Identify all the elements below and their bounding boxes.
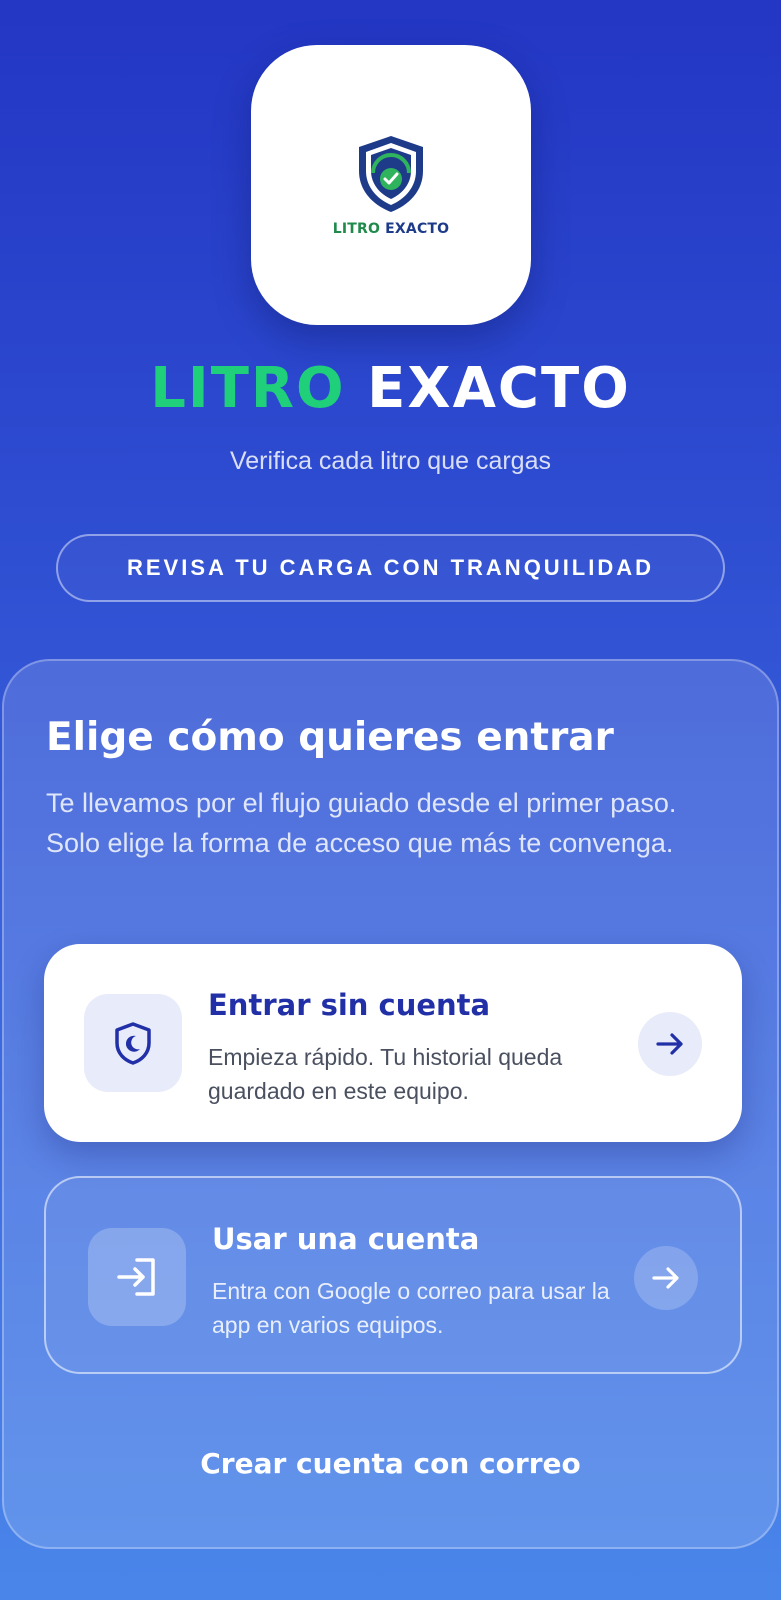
app-title: LITRO EXACTO: [0, 356, 781, 421]
guest-entry-option[interactable]: Entrar sin cuenta Empieza rápido. Tu his…: [44, 944, 742, 1142]
account-entry-title: Usar una cuenta: [212, 1222, 480, 1256]
app-title-green: LITRO: [150, 356, 346, 421]
login-icon: [88, 1228, 186, 1326]
shield-gauge-icon: [359, 136, 423, 212]
guest-entry-title: Entrar sin cuenta: [208, 988, 491, 1022]
tagline-badge: REVISA TU CARGA CON TRANQUILIDAD: [56, 534, 725, 602]
access-description: Te llevamos por el flujo guiado desde el…: [46, 788, 677, 858]
app-title-white: EXACTO: [367, 356, 631, 421]
guest-entry-description: Empieza rápido. Tu historial queda guard…: [208, 1044, 563, 1104]
account-entry-option[interactable]: Usar una cuenta Entra con Google o corre…: [44, 1176, 742, 1374]
logo-wordmark: LITRO EXACTO: [332, 221, 450, 237]
arrow-right-icon[interactable]: [634, 1246, 698, 1310]
arrow-right-icon[interactable]: [638, 1012, 702, 1076]
shield-moon-icon: [84, 994, 182, 1092]
access-title: Elige cómo quieres entrar: [46, 715, 614, 760]
access-panel: Elige cómo quieres entrar Te llevamos po…: [2, 659, 779, 1549]
account-entry-description: Entra con Google o correo para usar la a…: [212, 1278, 610, 1338]
app-tagline: Verifica cada litro que cargas: [229, 447, 551, 475]
app-logo-tile: LITRO EXACTO: [251, 45, 531, 325]
create-account-link[interactable]: Crear cuenta con correo: [4, 1447, 777, 1480]
